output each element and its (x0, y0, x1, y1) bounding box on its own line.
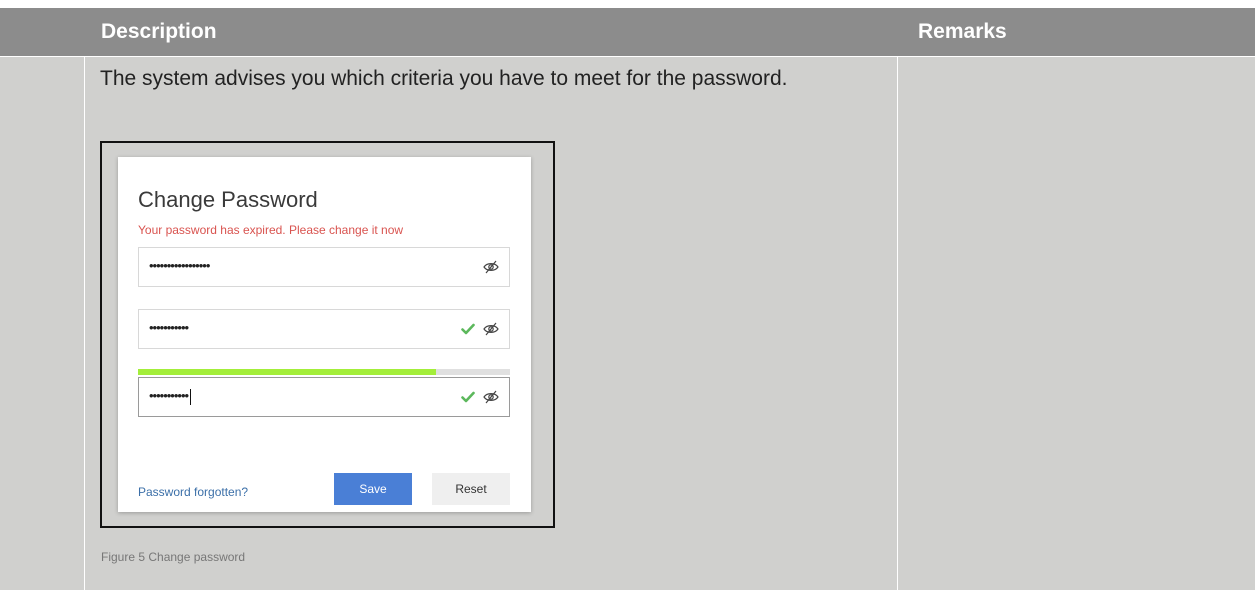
confirm-password-field[interactable]: ••••••••••• (138, 377, 510, 417)
table-header: Description Remarks (0, 8, 1255, 56)
current-password-field[interactable]: ••••••••••••••••• (138, 247, 510, 287)
masked-value: ••••••••••• (149, 388, 192, 405)
text-cursor (190, 388, 192, 405)
new-password-field[interactable]: ••••••••••• (138, 309, 510, 349)
description-text: The system advises you which criteria yo… (100, 67, 788, 90)
figure-screenshot: Change Password Your password has expire… (100, 141, 555, 528)
password-strength-bar (138, 369, 510, 375)
remarks-cell (898, 57, 1255, 590)
reset-button[interactable]: Reset (432, 473, 510, 505)
masked-value: ••••••••••••••••• (149, 258, 210, 273)
dialog-title: Change Password (138, 187, 318, 212)
check-icon (461, 323, 475, 335)
check-icon (461, 391, 475, 403)
figure-caption: Figure 5 Change password (101, 550, 246, 564)
strength-fill (138, 369, 436, 375)
eye-slash-icon[interactable] (483, 389, 499, 405)
masked-value: ••••••••••• (149, 320, 189, 335)
eye-slash-icon[interactable] (483, 259, 499, 275)
header-remarks: Remarks (918, 20, 1007, 43)
password-forgotten-link[interactable]: Password forgotten? (138, 485, 248, 499)
change-password-dialog: Change Password Your password has expire… (118, 157, 531, 512)
error-message: Your password has expired. Please change… (138, 223, 404, 237)
eye-slash-icon[interactable] (483, 321, 499, 337)
save-button[interactable]: Save (334, 473, 412, 505)
header-description: Description (101, 20, 217, 43)
row-number-cell (0, 57, 84, 590)
